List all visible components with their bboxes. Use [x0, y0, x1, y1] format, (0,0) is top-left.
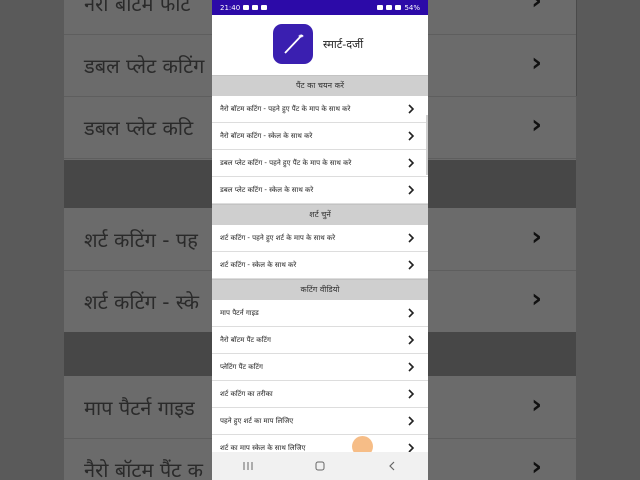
battery-level: 54%	[404, 3, 420, 12]
chevron-right-icon	[408, 158, 415, 168]
chevron-right-icon	[408, 389, 415, 399]
list-item[interactable]: पहने हुए शर्ट का माप लिजिए	[212, 408, 428, 435]
list-item[interactable]: शर्ट कटिंग - स्केल के साथ करे	[212, 252, 428, 279]
status-time: 21:40	[220, 3, 241, 12]
youtube-icon	[243, 5, 250, 10]
chevron-right-icon	[408, 131, 415, 141]
chevron-right-icon	[408, 362, 415, 372]
status-bar: 21:40 54%	[212, 0, 428, 15]
recent-apps-icon	[243, 462, 253, 470]
section-header-shirt: शर्ट चुनें	[212, 204, 428, 225]
list-item[interactable]: नैरो बॉटम कटिंग - स्केल के साथ करे	[212, 123, 428, 150]
list-item[interactable]: नैरो बॉटम पैंट कटिंग	[212, 327, 428, 354]
alarm-icon	[377, 5, 384, 10]
phone-screen: 21:40 54% स्मार्ट-दर्जी पैंट का चयन करें…	[212, 0, 428, 480]
video-icon	[261, 5, 268, 10]
chevron-right-icon	[408, 185, 415, 195]
chevron-right-icon	[408, 416, 415, 426]
back-icon	[389, 461, 395, 471]
recent-apps-button[interactable]	[238, 456, 258, 476]
chevron-right-icon	[408, 335, 415, 345]
list-item[interactable]: प्लेटिंग पैंट कटिंग	[212, 354, 428, 381]
scrollbar[interactable]	[426, 115, 428, 175]
list-item[interactable]: डबल प्लेट कटिंग - स्केल के साथ करे	[212, 177, 428, 204]
app-header: स्मार्ट-दर्जी	[212, 15, 428, 73]
system-nav-bar	[212, 452, 428, 480]
list-item[interactable]: शर्ट कटिंग का तरीका	[212, 381, 428, 408]
section-header-pant: पैंट का चयन करें	[212, 75, 428, 96]
chevron-right-icon	[408, 233, 415, 243]
app-title: स्मार्ट-दर्जी	[323, 38, 364, 51]
chevron-right-icon	[408, 260, 415, 270]
back-button[interactable]	[382, 456, 402, 476]
list-item[interactable]: शर्ट कटिंग - पहने हुए शर्ट के माप के साथ…	[212, 225, 428, 252]
signal-icon	[395, 5, 402, 10]
list-item[interactable]: नैरो बॉटम कटिंग - पहने हुए पैंट के माप क…	[212, 96, 428, 123]
list-item[interactable]: माप पैटर्न गाइड	[212, 300, 428, 327]
chevron-right-icon	[408, 308, 415, 318]
home-button[interactable]	[310, 456, 330, 476]
list-item[interactable]: डबल प्लेट कटिंग - पहने हुए पैंट के माप क…	[212, 150, 428, 177]
menu-list: पैंट का चयन करें नैरो बॉटम कटिंग - पहने …	[212, 75, 428, 462]
notification-icon	[252, 5, 259, 10]
section-header-videos: कटिंग वीडियो	[212, 279, 428, 300]
wifi-icon	[386, 5, 393, 10]
chevron-right-icon	[408, 104, 415, 114]
home-icon	[315, 461, 325, 471]
needle-icon	[273, 24, 313, 64]
